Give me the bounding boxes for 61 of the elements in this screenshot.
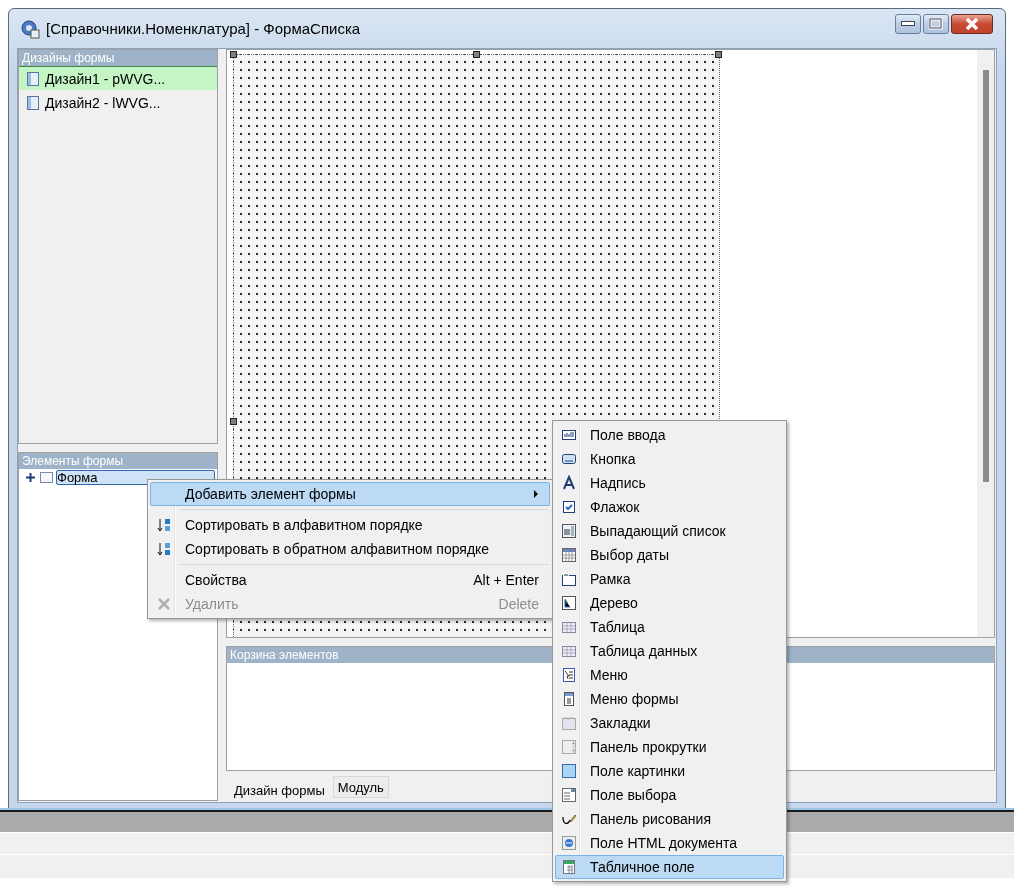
picture-field-icon <box>561 763 577 779</box>
resize-handle[interactable] <box>230 51 237 58</box>
panel-title: Дизайны формы <box>19 50 217 66</box>
menu-item[interactable]: Кнопка <box>555 447 784 471</box>
tabs-icon <box>561 715 577 731</box>
design-item[interactable]: Дизайн1 - pWVG... <box>19 66 217 90</box>
menu-item[interactable]: Поле HTML документа <box>555 831 784 855</box>
minimize-icon <box>901 20 915 27</box>
scroll-panel-icon <box>561 739 577 755</box>
close-button[interactable] <box>951 13 993 34</box>
form-icon <box>39 470 54 484</box>
menu-item[interactable]: Закладки <box>555 711 784 735</box>
menu-item[interactable]: Меню <box>555 663 784 687</box>
label-icon <box>561 475 577 491</box>
menu-item[interactable]: Выбор даты <box>555 543 784 567</box>
table-icon <box>561 619 577 635</box>
menu-item[interactable]: Выпадающий список <box>555 519 784 543</box>
table-icon <box>561 643 577 659</box>
scrollbar[interactable] <box>977 50 994 637</box>
window-title: [Справочники.Номенклатура] - ФормаСписка <box>46 20 362 37</box>
panel-title: Элементы формы <box>19 453 217 469</box>
menu-item[interactable]: Поле картинки <box>555 759 784 783</box>
spreadsheet-icon <box>561 859 577 875</box>
menu-item[interactable]: Меню формы <box>555 687 784 711</box>
dropdown-list-icon <box>561 523 577 539</box>
maximize-icon <box>929 17 943 30</box>
document-icon <box>561 691 577 707</box>
menu-item[interactable]: Свойства Alt + Enter <box>150 568 550 592</box>
resize-handle[interactable] <box>230 417 237 425</box>
menu-item[interactable]: Надпись <box>555 471 784 495</box>
tab[interactable]: Модуль <box>332 776 389 798</box>
button-icon <box>561 451 577 467</box>
expand-icon[interactable] <box>24 470 37 484</box>
checkbox-icon <box>561 499 577 515</box>
select-field-icon <box>561 787 577 803</box>
menu-icon <box>561 667 577 683</box>
menu-item[interactable]: Добавить элемент формы <box>150 482 550 506</box>
delete-icon <box>156 596 172 612</box>
document-icon <box>25 94 41 111</box>
design-item[interactable]: Дизайн2 - lWVG... <box>19 90 217 114</box>
menu-item[interactable]: Рамка <box>555 567 784 591</box>
calendar-icon <box>561 547 577 563</box>
text-field-icon <box>561 427 577 443</box>
menu-item[interactable]: Сортировать в алфавитном порядке <box>150 513 550 537</box>
menu-item[interactable]: Сортировать в обратном алфавитном порядке <box>150 537 550 561</box>
minimize-button[interactable] <box>895 13 921 34</box>
menu-item[interactable]: Флажок <box>555 495 784 519</box>
menu-item[interactable]: Поле ввода <box>555 423 784 447</box>
sort-ascending-icon <box>156 517 172 533</box>
menu-item[interactable]: Панель прокрутки <box>555 735 784 759</box>
frame-icon <box>561 571 577 587</box>
resize-handle[interactable] <box>472 51 480 58</box>
menu-item[interactable]: Таблица <box>555 615 784 639</box>
menu-item[interactable]: Дерево <box>555 591 784 615</box>
menu-item[interactable]: Табличное поле <box>555 855 784 879</box>
menu-item[interactable]: Поле выбора <box>555 783 784 807</box>
sort-descending-icon <box>156 541 172 557</box>
menu-item[interactable]: Панель рисования <box>555 807 784 831</box>
document-icon <box>25 70 41 87</box>
resize-handle[interactable] <box>715 51 722 58</box>
close-icon <box>964 16 980 31</box>
